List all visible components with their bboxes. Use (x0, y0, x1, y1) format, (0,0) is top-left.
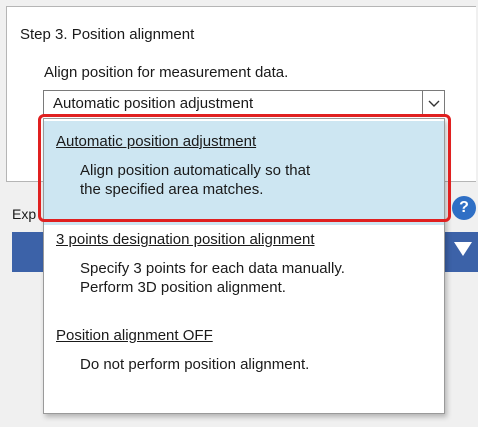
export-label-partial: Exp (12, 206, 37, 222)
option-description: Align position automatically so that the… (80, 162, 311, 198)
option-position-alignment-off[interactable]: Position alignment OFF Do not perform po… (44, 321, 444, 411)
position-alignment-dropdown-list: Automatic position adjustment Align posi… (43, 118, 445, 414)
option-3-points-designation[interactable]: 3 points designation position alignment … (44, 225, 444, 321)
chevron-down-icon[interactable] (422, 91, 444, 116)
step-description: Align position for measurement data. (44, 64, 289, 81)
option-title: Position alignment OFF (56, 327, 213, 344)
option-description: Specify 3 points for each data manually.… (80, 260, 345, 296)
position-alignment-combobox[interactable]: Automatic position adjustment (43, 90, 445, 117)
option-description: Do not perform position alignment. (80, 356, 310, 373)
option-automatic-position-adjustment[interactable]: Automatic position adjustment Align posi… (44, 121, 444, 225)
triangle-down-icon[interactable] (452, 240, 474, 258)
help-icon[interactable]: ? (452, 196, 476, 220)
combobox-selected-value: Automatic position adjustment (53, 95, 254, 112)
step-title: Step 3. Position alignment (20, 26, 195, 43)
option-title: Automatic position adjustment (56, 133, 257, 150)
option-title: 3 points designation position alignment (56, 231, 315, 248)
